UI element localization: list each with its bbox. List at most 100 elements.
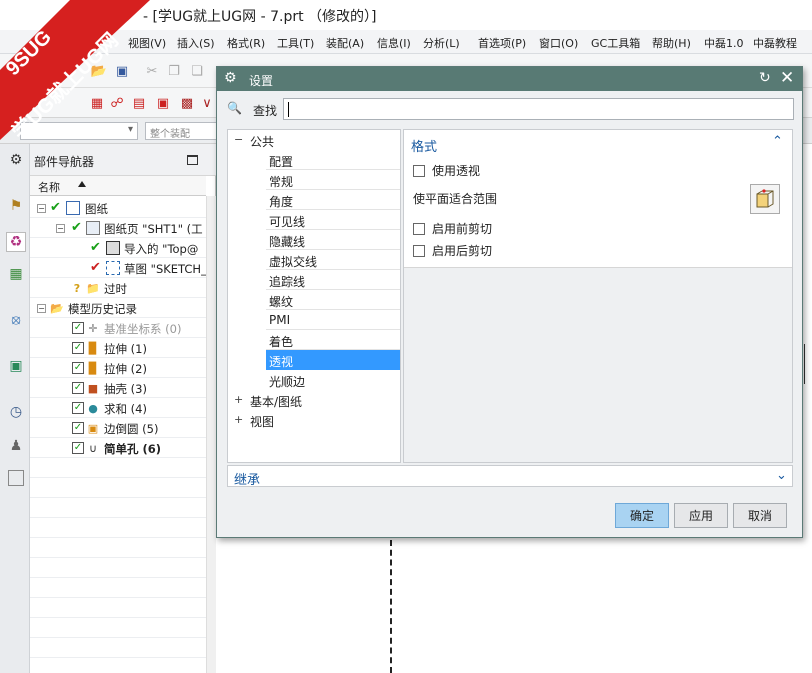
visibility-checkbox[interactable]: ✓ <box>72 382 84 394</box>
tree-node-smooth-edges[interactable]: 光顺边 <box>228 370 400 390</box>
menu-analysis[interactable]: 分析(L) <box>423 35 460 51</box>
menu-zhonglei[interactable]: 中磊1.0 <box>704 35 744 51</box>
menu-insert[interactable]: 插入(S) <box>177 35 215 51</box>
menu-tutorial[interactable]: 中磊教程 <box>753 35 797 51</box>
tree-row-shell[interactable]: ✓ ■ 抽壳 (3) <box>30 378 206 398</box>
part-navigator-icon[interactable]: ♻ <box>6 232 26 252</box>
menu-format[interactable]: 格式(R) <box>227 35 265 51</box>
tree-row-extrude-2[interactable]: ✓ ▉ 拉伸 (2) <box>30 358 206 378</box>
reset-icon[interactable]: ↻ <box>759 70 771 86</box>
visibility-checkbox[interactable]: ✓ <box>72 322 84 334</box>
visibility-checkbox[interactable]: ✓ <box>72 402 84 414</box>
tree-row-imported-view[interactable]: ✔ 导入的 "Top@ <box>30 238 206 258</box>
front-clip-checkbox[interactable] <box>413 223 425 235</box>
open-folder-icon[interactable]: 📂 <box>90 62 108 80</box>
back-clip-checkbox[interactable] <box>413 245 425 257</box>
use-perspective-option[interactable]: 使用透视 <box>413 162 480 179</box>
assembly-navigator-icon[interactable]: ⚑ <box>6 196 26 216</box>
tree-node-angle[interactable]: 角度 <box>228 190 400 210</box>
roles-icon[interactable]: ♟ <box>6 436 26 456</box>
tool-icon-4[interactable]: ▣ <box>154 94 172 112</box>
sheet-icon <box>86 221 100 235</box>
tree-row-extrude-1[interactable]: ✓ ▉ 拉伸 (1) <box>30 338 206 358</box>
visibility-checkbox[interactable]: ✓ <box>72 342 84 354</box>
tree-row-empty <box>30 498 206 518</box>
menu-info[interactable]: 信息(I) <box>377 35 411 51</box>
collapse-icon[interactable]: − <box>234 134 243 145</box>
ok-button[interactable]: 确定 <box>615 503 669 528</box>
vertical-scrollbar[interactable] <box>206 196 216 673</box>
assembly-scope-combo[interactable]: 整个装配 <box>145 122 217 140</box>
tree-row-model-history[interactable]: − 📂 模型历史记录 <box>30 298 206 318</box>
clock-icon[interactable]: ◷ <box>6 402 26 422</box>
tool-icon-3[interactable]: ▤ <box>130 94 148 112</box>
tool-icon-5[interactable]: ▩ <box>178 94 196 112</box>
tool-icon-6[interactable]: ∨ <box>198 94 216 112</box>
web-browser-icon[interactable]: ⦻ <box>6 310 26 330</box>
tree-node-general[interactable]: 常规 <box>228 170 400 190</box>
tree-node-thread[interactable]: 螺纹 <box>228 290 400 310</box>
expand-icon[interactable]: + <box>234 414 243 425</box>
sort-ascending-icon <box>78 181 86 187</box>
save-icon[interactable]: ▣ <box>113 62 131 80</box>
tree-row-datum-csys[interactable]: ✓ ✛ 基准坐标系 (0) <box>30 318 206 338</box>
front-clip-option[interactable]: 启用前剪切 <box>413 220 492 237</box>
menu-assembly[interactable]: 装配(A) <box>326 35 364 51</box>
tool-icon-2[interactable]: ☍ <box>108 94 126 112</box>
type-filter-combo[interactable]: ▾ <box>20 122 138 140</box>
paste-icon[interactable]: ❏ <box>188 62 206 80</box>
collapse-icon[interactable]: − <box>37 204 46 213</box>
use-perspective-checkbox[interactable] <box>413 165 425 177</box>
menu-view[interactable]: 视图(V) <box>128 35 166 51</box>
cancel-button[interactable]: 取消 <box>733 503 787 528</box>
inherit-group[interactable]: 继承 ⌄ <box>227 465 793 488</box>
collapse-icon[interactable]: − <box>56 224 65 233</box>
tree-node-hidden-lines[interactable]: 隐藏线 <box>228 230 400 250</box>
copy-icon[interactable]: ❐ <box>165 62 183 80</box>
tree-row-sheet[interactable]: − ✔ 图纸页 "SHT1" (工 <box>30 218 206 238</box>
tree-node-shading[interactable]: 着色 <box>228 330 400 350</box>
visibility-checkbox[interactable]: ✓ <box>72 442 84 454</box>
expand-chevron-icon[interactable]: ⌄ <box>776 468 787 483</box>
visibility-checkbox[interactable]: ✓ <box>72 422 84 434</box>
back-clip-option[interactable]: 启用后剪切 <box>413 242 492 259</box>
reuse-library-icon[interactable]: ▦ <box>6 264 26 284</box>
history-icon[interactable]: ▣ <box>6 356 26 376</box>
tree-node-base-drawing[interactable]: + 基本/图纸 <box>228 390 400 410</box>
menu-preferences[interactable]: 首选项(P) <box>478 35 526 51</box>
menu-help[interactable]: 帮助(H) <box>652 35 691 51</box>
visibility-checkbox[interactable]: ✓ <box>72 362 84 374</box>
resource-gear-icon[interactable]: ⚙ <box>6 150 26 170</box>
collapse-icon[interactable]: − <box>37 304 46 313</box>
tree-node-visible-lines[interactable]: 可见线 <box>228 210 400 230</box>
tree-node-config[interactable]: 配置 <box>228 150 400 170</box>
tree-node-pmi[interactable]: PMI <box>228 310 400 330</box>
menu-window[interactable]: 窗口(O) <box>539 35 578 51</box>
tree-row-edge-blend[interactable]: ✓ ▣ 边倒圆 (5) <box>30 418 206 438</box>
collapse-chevron-icon[interactable]: ⌃ <box>772 134 783 149</box>
tree-row-sketch[interactable]: ✔ 草图 "SKETCH_ <box>30 258 206 278</box>
tool-icon-1[interactable]: ▦ <box>88 94 106 112</box>
close-icon[interactable]: ✕ <box>780 68 794 88</box>
name-column-header[interactable]: 名称 <box>30 176 206 196</box>
fit-plane-button[interactable] <box>750 184 780 214</box>
system-materials-icon[interactable] <box>8 470 24 486</box>
search-input[interactable] <box>283 98 794 120</box>
tree-row-simple-hole[interactable]: ✓ ∪ 简单孔 (6) <box>30 438 206 458</box>
dialog-title-bar[interactable]: ⚙ 设置 ↻ ✕ <box>217 67 802 91</box>
tree-row-unite[interactable]: ✓ ● 求和 (4) <box>30 398 206 418</box>
expand-icon[interactable]: + <box>234 394 243 405</box>
menu-gc-toolbox[interactable]: GC工具箱 <box>591 35 640 51</box>
tree-row-outdated[interactable]: ? 📁 过时 <box>30 278 206 298</box>
tree-row-drawing[interactable]: − ✔ 图纸 <box>30 198 206 218</box>
tree-node-view[interactable]: + 视图 <box>228 410 400 430</box>
format-header[interactable]: 格式 <box>411 136 437 155</box>
tree-node-virtual-intersection[interactable]: 虚拟交线 <box>228 250 400 270</box>
tree-node-trace-lines[interactable]: 追踪线 <box>228 270 400 290</box>
cut-icon[interactable]: ✂ <box>143 62 161 80</box>
apply-button[interactable]: 应用 <box>674 503 728 528</box>
tree-node-common[interactable]: − 公共 <box>228 130 400 150</box>
menu-tools[interactable]: 工具(T) <box>277 35 314 51</box>
tree-node-perspective[interactable]: 透视 <box>266 350 400 370</box>
maximize-icon[interactable] <box>187 155 198 165</box>
